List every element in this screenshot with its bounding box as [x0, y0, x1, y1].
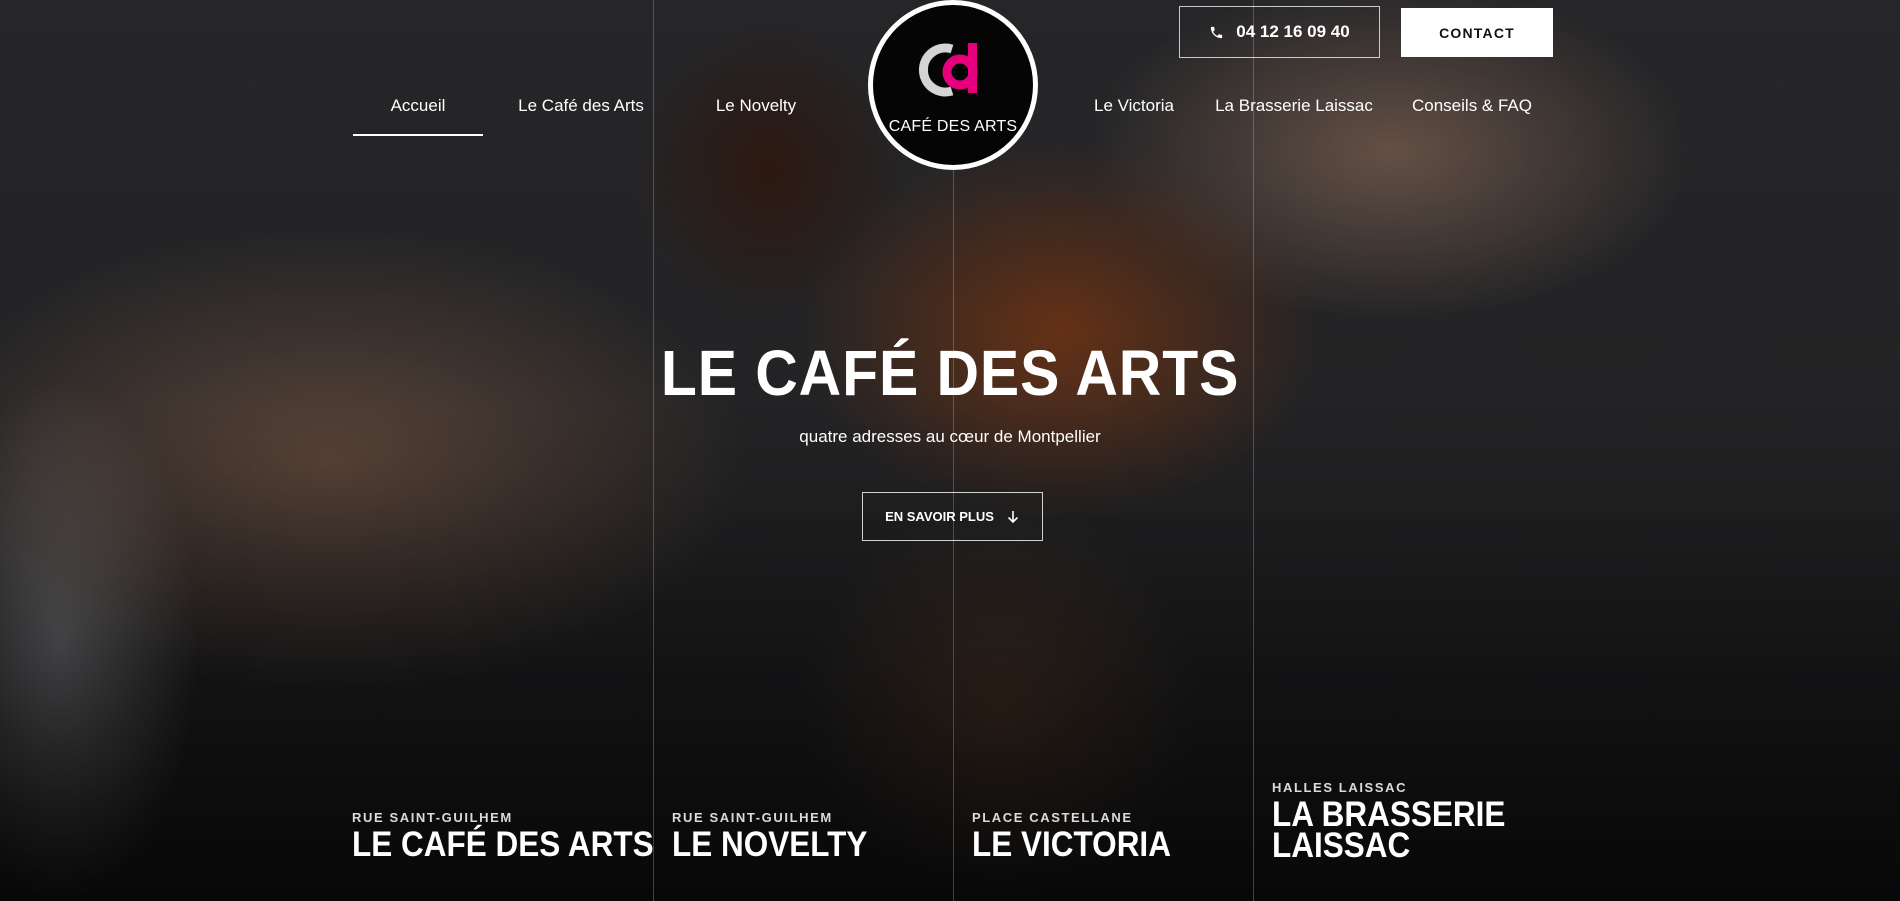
column-divider [653, 0, 654, 901]
phone-button[interactable]: 04 12 16 09 40 [1179, 6, 1380, 58]
contact-button-label: CONTACT [1439, 24, 1515, 41]
contact-button[interactable]: CONTACT [1401, 8, 1553, 57]
venue-victoria[interactable]: PLACE CASTELLANE LE VICTORIA [972, 810, 1193, 864]
venue-cafe-des-arts[interactable]: RUE SAINT-GUILHEM LE CAFÉ DES ARTS [352, 810, 687, 864]
phone-number: 04 12 16 09 40 [1236, 22, 1350, 41]
venue-street: RUE SAINT-GUILHEM [672, 810, 833, 825]
nav-item-victoria[interactable]: Le Victoria [1088, 96, 1180, 136]
nav-item-conseils-faq[interactable]: Conseils & FAQ [1410, 96, 1534, 136]
arrow-down-icon [1007, 510, 1018, 523]
venue-name: LA BRASSERIE LAISSAC [1272, 795, 1506, 865]
venue-brasserie-laissac[interactable]: HALLES LAISSAC LA BRASSERIE LAISSAC [1272, 780, 1531, 865]
logo-mark-icon [918, 43, 978, 97]
phone-icon [1211, 26, 1223, 38]
venue-name: LE NOVELTY [672, 825, 868, 864]
learn-more-button[interactable]: EN SAVOIR PLUS [862, 492, 1043, 541]
venue-novelty[interactable]: RUE SAINT-GUILHEM LE NOVELTY [672, 810, 889, 864]
nav-item-brasserie-laissac[interactable]: La Brasserie Laissac [1214, 96, 1374, 136]
learn-more-label: EN SAVOIR PLUS [885, 509, 994, 524]
logo-text: CAFÉ DES ARTS [888, 118, 1018, 135]
hero-title: LE CAFÉ DES ARTS [660, 337, 1240, 409]
venue-name: LE CAFÉ DES ARTS [352, 825, 654, 864]
nav-item-cafe-des-arts[interactable]: Le Café des Arts [516, 96, 646, 136]
venue-street: PLACE CASTELLANE [972, 810, 1133, 825]
venue-street: RUE SAINT-GUILHEM [352, 810, 513, 825]
hero-subtitle: quatre adresses au cœur de Montpellier [799, 427, 1101, 446]
brand-logo[interactable]: CAFÉ DES ARTS [868, 0, 1038, 170]
nav-item-accueil[interactable]: Accueil [353, 96, 483, 136]
venue-name: LE VICTORIA [972, 825, 1171, 864]
nav-item-novelty[interactable]: Le Novelty [706, 96, 806, 136]
venue-street: HALLES LAISSAC [1272, 780, 1408, 795]
